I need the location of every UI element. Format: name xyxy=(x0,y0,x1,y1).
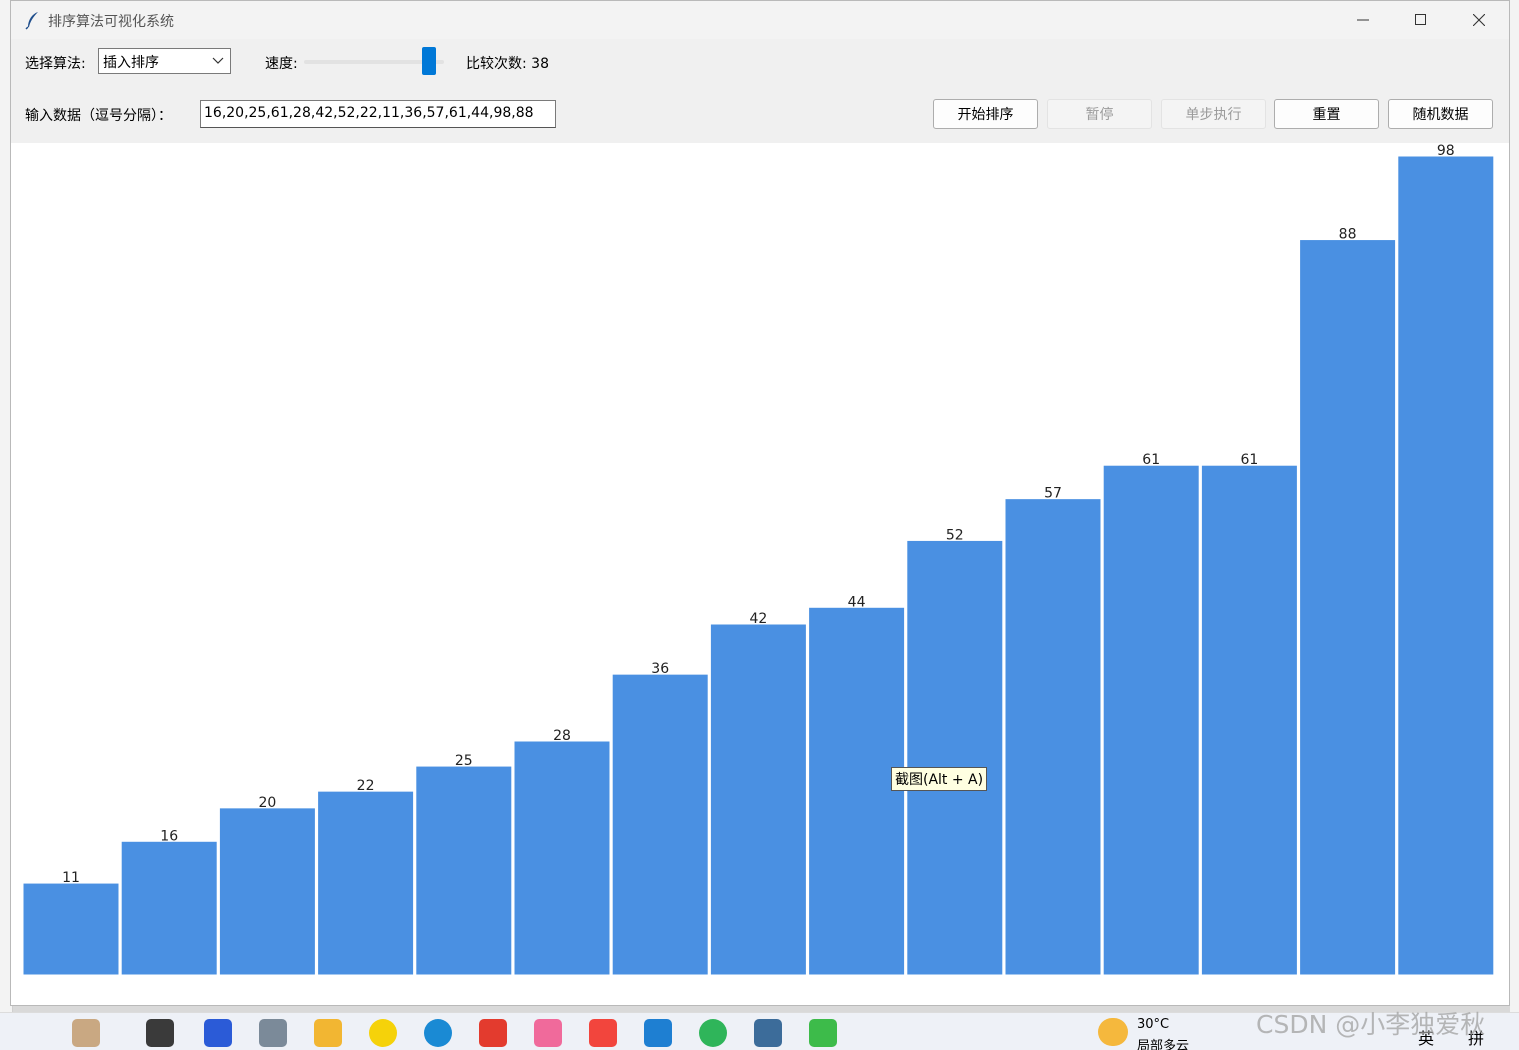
bar-9 xyxy=(808,606,906,976)
minimize-button[interactable] xyxy=(1334,1,1392,39)
plant-app-icon[interactable] xyxy=(72,1019,100,1047)
edge-browser-icon[interactable] xyxy=(424,1019,452,1047)
wps-office-icon[interactable] xyxy=(479,1019,507,1047)
algorithm-select[interactable]: 插入排序 xyxy=(98,48,231,74)
algorithm-select-value: 插入排序 xyxy=(103,55,159,71)
bar-value-label-2: 16 xyxy=(160,828,178,844)
bar-value-label-4: 22 xyxy=(357,778,375,794)
data-input-label: 输入数据（逗号分隔）： xyxy=(25,108,172,124)
file-explorer-icon[interactable] xyxy=(314,1019,342,1047)
close-button[interactable] xyxy=(1450,1,1508,39)
algorithm-label: 选择算法: xyxy=(25,56,86,72)
visualization-canvas: 11 16 20 22 25 28 36 42 44 52 57 61 61 88 98 xyxy=(11,143,1509,1005)
compare-counter: 比较次数: 38 xyxy=(466,53,549,73)
bar-15 xyxy=(1397,155,1495,976)
bar-14 xyxy=(1299,239,1397,976)
bar-value-label-7: 36 xyxy=(651,661,669,677)
bar-7 xyxy=(611,673,709,976)
step-button[interactable]: 单步执行 xyxy=(1161,99,1266,129)
reset-button[interactable]: 重置 xyxy=(1274,99,1379,129)
start-sort-button[interactable]: 开始排序 xyxy=(933,99,1038,129)
title-bar[interactable]: 排序算法可视化系统 xyxy=(11,1,1509,39)
screenshot-tooltip: 截图(Alt + A) xyxy=(891,767,988,791)
bar-10 xyxy=(906,539,1004,976)
bar-2 xyxy=(120,840,218,976)
control-panel: 选择算法: 插入排序 速度: 比较次数: 38 输入数据（逗号分隔）： 16,2… xyxy=(11,39,1509,143)
speed-slider-thumb[interactable] xyxy=(422,47,437,75)
notes-app-icon[interactable] xyxy=(589,1019,617,1047)
bar-6 xyxy=(513,740,611,976)
bar-value-label-13: 61 xyxy=(1240,452,1258,468)
close-icon xyxy=(1473,14,1485,26)
bar-value-label-3: 20 xyxy=(258,795,276,811)
bar-1 xyxy=(22,882,120,976)
minimize-icon xyxy=(1357,19,1369,21)
python-app-icon[interactable] xyxy=(754,1019,782,1047)
bilibili-icon[interactable] xyxy=(534,1019,562,1047)
bar-value-label-12: 61 xyxy=(1142,452,1160,468)
background-window-strip-right xyxy=(1510,0,1519,1012)
window-title: 排序算法可视化系统 xyxy=(48,14,174,30)
weather-description: 局部多云 xyxy=(1137,1039,1190,1050)
bar-chart: 11 16 20 22 25 28 36 42 44 52 57 61 61 88 98 xyxy=(22,143,1495,976)
bar-5 xyxy=(415,765,513,976)
bar-value-label-6: 28 xyxy=(553,728,571,744)
compare-label: 比较次数: xyxy=(466,56,527,72)
bar-value-label-8: 42 xyxy=(749,611,767,627)
bar-value-label-5: 25 xyxy=(455,753,473,769)
data-input[interactable]: 16,20,25,61,28,42,52,22,11,36,57,61,44,9… xyxy=(200,100,556,128)
code-app-icon[interactable] xyxy=(204,1019,232,1047)
bar-value-label-15: 98 xyxy=(1437,143,1455,159)
bar-value-label-14: 88 xyxy=(1339,227,1357,243)
green-app-icon[interactable] xyxy=(699,1019,727,1047)
wechat-icon[interactable] xyxy=(809,1019,837,1047)
app-window: 排序算法可视化系统 选择算法: 插入排序 速度: 比较次数: 38 输入数据（逗… xyxy=(10,0,1510,1006)
bar-4 xyxy=(317,790,415,976)
maximize-icon xyxy=(1415,14,1426,25)
terminal-app-icon[interactable] xyxy=(146,1019,174,1047)
compare-count: 38 xyxy=(531,56,549,72)
music-app-icon[interactable] xyxy=(369,1019,397,1047)
vscode-icon[interactable] xyxy=(644,1019,672,1047)
bar-11 xyxy=(1004,498,1102,976)
chevron-down-icon xyxy=(212,57,224,64)
speed-label: 速度: xyxy=(265,56,298,72)
weather-temperature: 30°C xyxy=(1137,1017,1170,1032)
bar-8 xyxy=(709,623,807,976)
weather-icon[interactable] xyxy=(1098,1018,1128,1046)
calculator-icon[interactable] xyxy=(259,1019,287,1047)
watermark: CSDN @小李独爱秋 xyxy=(1256,1010,1486,1039)
bar-value-label-1: 11 xyxy=(62,870,80,886)
random-data-button[interactable]: 随机数据 xyxy=(1388,99,1493,129)
bar-3 xyxy=(218,807,316,976)
bar-13 xyxy=(1200,464,1298,976)
pause-button[interactable]: 暂停 xyxy=(1047,99,1152,129)
bar-value-label-11: 57 xyxy=(1044,486,1062,502)
bar-value-label-9: 44 xyxy=(848,594,866,610)
maximize-button[interactable] xyxy=(1392,1,1450,39)
feather-icon xyxy=(23,10,43,30)
bar-12 xyxy=(1102,464,1200,976)
bar-value-label-10: 52 xyxy=(946,527,964,543)
